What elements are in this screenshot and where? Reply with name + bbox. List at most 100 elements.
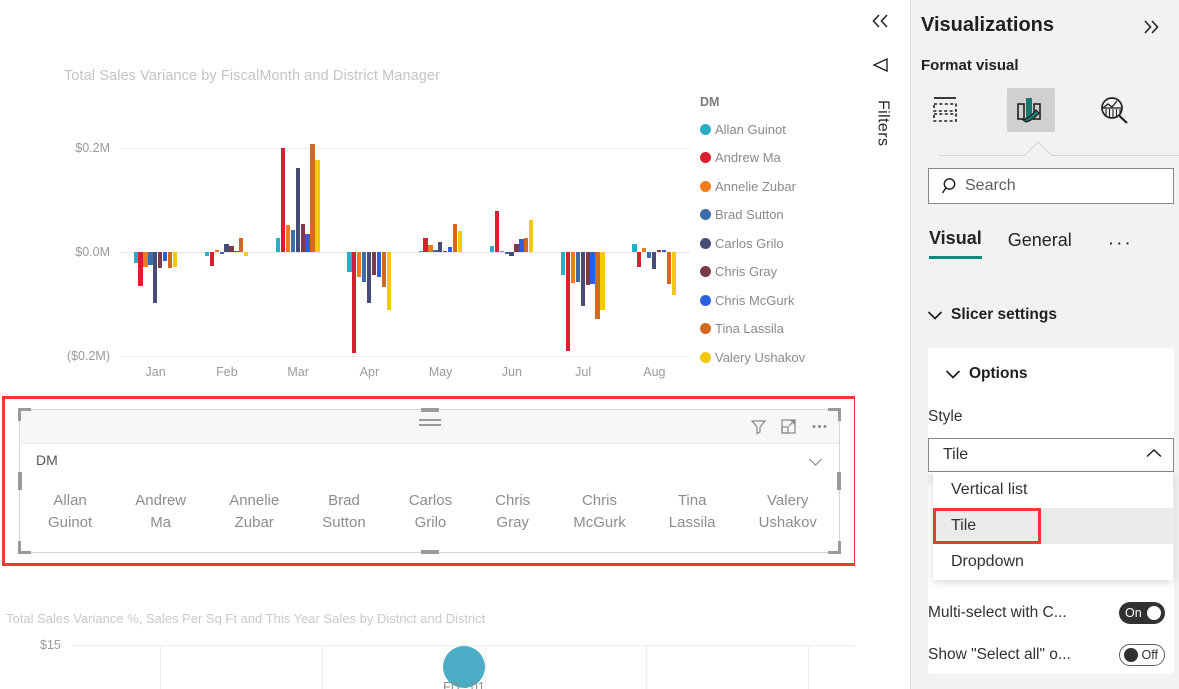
chart-bar[interactable]: [143, 252, 148, 268]
chevron-up-icon[interactable]: [1145, 446, 1163, 464]
chart-bar[interactable]: [148, 252, 153, 265]
options-section-header[interactable]: Options: [945, 365, 1028, 383]
resize-handle-top-left[interactable]: [18, 408, 31, 421]
chart-bar[interactable]: [575, 252, 581, 283]
chart-bar[interactable]: [158, 252, 163, 269]
resize-handle-bottom-left[interactable]: [18, 541, 31, 554]
build-visual-icon[interactable]: [923, 88, 971, 132]
style-dropdown-list[interactable]: Vertical list Tile Dropdown: [933, 472, 1173, 580]
legend-item[interactable]: Chris Gray: [700, 258, 855, 287]
filter-pane-icon[interactable]: [870, 56, 894, 79]
chart-bar[interactable]: [234, 250, 239, 252]
chart-bar[interactable]: [315, 160, 320, 252]
chart-bar[interactable]: [447, 247, 453, 252]
multi-select-toggle[interactable]: On: [1119, 602, 1165, 624]
resize-handle-left[interactable]: [18, 472, 22, 490]
tab-general[interactable]: General: [1008, 230, 1072, 258]
chart-bar[interactable]: [647, 252, 652, 259]
chart-bar[interactable]: [600, 252, 605, 311]
chart-bar[interactable]: [357, 252, 362, 277]
chart-bar[interactable]: [300, 223, 305, 252]
chart-bar[interactable]: [219, 252, 224, 254]
chart-bar[interactable]: [561, 252, 566, 276]
multi-select-setting-row[interactable]: Multi-select with C... On: [928, 595, 1174, 631]
chart-bar[interactable]: [167, 252, 173, 269]
chart-bar[interactable]: [529, 219, 534, 252]
chart-bar[interactable]: [499, 250, 504, 252]
more-options-icon[interactable]: [810, 418, 829, 435]
resize-handle-right[interactable]: [837, 472, 841, 490]
chart-bar[interactable]: [666, 252, 671, 285]
chart-bar[interactable]: [214, 250, 219, 252]
chart-bar[interactable]: [632, 243, 637, 252]
style-option-vertical-list[interactable]: Vertical list: [933, 472, 1173, 508]
style-option-tile[interactable]: Tile: [933, 508, 1173, 544]
slicer-visual-frame[interactable]: DM Allan Guinot Andrew Ma Annelie Zubar Bra…: [18, 408, 841, 554]
chart-bar[interactable]: [570, 252, 576, 284]
chart-bar[interactable]: [138, 252, 143, 287]
chart-bar[interactable]: [595, 252, 600, 319]
style-option-dropdown[interactable]: Dropdown: [933, 544, 1173, 580]
chart-bar[interactable]: [651, 252, 657, 269]
filter-icon[interactable]: [750, 418, 767, 435]
resize-handle-top[interactable]: [420, 408, 439, 412]
slicer-tile[interactable]: Annelie Zubar: [225, 488, 283, 536]
chart-bar[interactable]: [509, 252, 514, 257]
chart-bar[interactable]: [172, 252, 178, 267]
chart-bar[interactable]: [656, 250, 662, 252]
chart-bar[interactable]: [565, 252, 571, 351]
chart-bar[interactable]: [347, 252, 352, 272]
legend-item[interactable]: Carlos Grilo: [700, 229, 855, 258]
chart-bar[interactable]: [285, 224, 291, 252]
chart-bar[interactable]: [494, 211, 499, 252]
chart-bar[interactable]: [204, 252, 210, 256]
filters-pane-label[interactable]: Filters: [874, 100, 892, 146]
chart-bar[interactable]: [452, 223, 458, 252]
chart-bar[interactable]: [489, 246, 495, 252]
slicer-tile[interactable]: Andrew Ma: [131, 488, 190, 536]
tab-visual[interactable]: Visual: [929, 228, 982, 259]
chart-bar[interactable]: [352, 252, 357, 354]
chart-bar[interactable]: [162, 252, 168, 262]
chart-bar[interactable]: [153, 252, 158, 303]
chart-bar[interactable]: [244, 252, 249, 256]
legend-item[interactable]: Tina Lassila: [700, 315, 855, 344]
chart-bar[interactable]: [371, 252, 377, 276]
clustered-column-chart-plot[interactable]: [120, 143, 690, 357]
focus-mode-icon[interactable]: [780, 418, 797, 435]
legend-item[interactable]: Annelie Zubar: [700, 172, 855, 201]
slicer-tile[interactable]: Chris McGurk: [569, 488, 630, 536]
chart-bar[interactable]: [423, 237, 428, 252]
chart-bar[interactable]: [637, 252, 642, 267]
search-box[interactable]: [928, 168, 1174, 204]
analytics-icon[interactable]: [1091, 88, 1139, 132]
resize-handle-top-right[interactable]: [828, 408, 841, 421]
drag-grip-icon[interactable]: [418, 419, 441, 429]
slicer-settings-section[interactable]: Slicer settings: [927, 306, 1057, 324]
chart-bar[interactable]: [276, 238, 281, 252]
chart-bar[interactable]: [305, 234, 310, 252]
slicer-expand-chevron-icon[interactable]: [808, 454, 823, 472]
chart-bar[interactable]: [362, 252, 367, 283]
resize-handle-bottom-right[interactable]: [828, 541, 841, 554]
chart-bar[interactable]: [642, 247, 647, 252]
format-pane-icon-tabs[interactable]: [911, 85, 1179, 135]
chart-bar[interactable]: [381, 252, 386, 288]
slicer-tile[interactable]: Chris Gray: [491, 488, 534, 536]
slicer-action-icons[interactable]: [750, 418, 829, 435]
scatter-chart-partial[interactable]: $15: [0, 636, 855, 689]
chart-bar[interactable]: [433, 250, 438, 252]
chart-bar[interactable]: [504, 252, 509, 255]
chart-bar[interactable]: [524, 238, 529, 252]
chart-bar[interactable]: [376, 252, 382, 278]
format-visual-icon[interactable]: [1007, 88, 1055, 132]
chart-bar[interactable]: [671, 252, 676, 295]
chart-bar[interactable]: [457, 231, 463, 252]
chart-bar[interactable]: [224, 243, 229, 252]
chart-bar[interactable]: [428, 244, 433, 252]
collapse-pane-icon[interactable]: [869, 12, 893, 35]
chart-bar[interactable]: [133, 252, 138, 264]
expand-pane-icon[interactable]: [1139, 18, 1163, 41]
search-input[interactable]: [965, 177, 1155, 195]
chart-bar[interactable]: [239, 238, 244, 252]
